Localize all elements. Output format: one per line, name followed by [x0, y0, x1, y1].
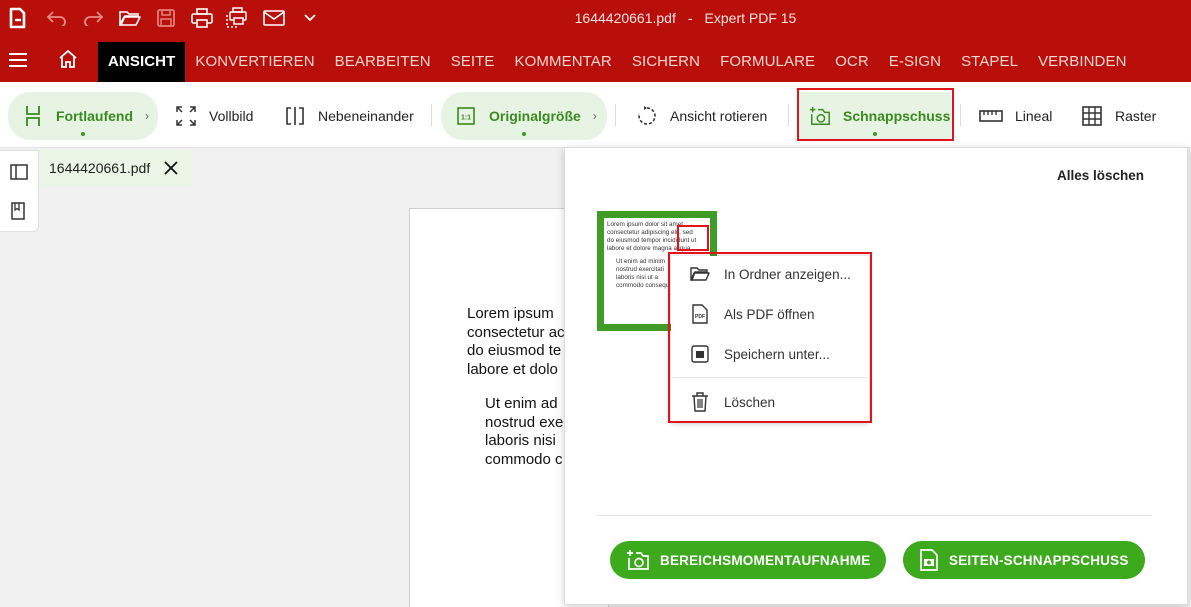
thumbnail-highlight-frame	[677, 225, 709, 251]
document-line: Lorem ipsum	[467, 305, 554, 322]
page-snapshot-button[interactable]: SEITEN-SCHNAPPSCHUSS	[903, 541, 1145, 579]
ribbon-separator	[431, 104, 432, 126]
tab-verbinden[interactable]: VERBINDEN	[1028, 42, 1136, 82]
area-snapshot-button[interactable]: BEREICHSMOMENTAUFNAHME	[610, 541, 887, 579]
tab-bearbeiten[interactable]: BEARBEITEN	[325, 42, 441, 82]
tab-stapel[interactable]: STAPEL	[951, 42, 1028, 82]
ribbon-separator	[788, 104, 789, 126]
title-bar: 1644420661.pdf - Expert PDF 15	[0, 0, 1191, 36]
fortlaufend-label: Fortlaufend	[56, 108, 133, 124]
document-line: labore et dolo	[467, 360, 558, 378]
window-filename: 1644420661.pdf	[574, 10, 676, 26]
window-app-name: Expert PDF 15	[704, 10, 797, 26]
thumbnail-line: commodo consequ	[616, 282, 670, 289]
close-tab-icon[interactable]	[164, 161, 178, 175]
originalgroesse-active-dot	[522, 132, 526, 136]
document-line: do eiusmod te	[467, 342, 562, 359]
menu-bar: ANSICHT KONVERTIEREN BEARBEITEN SEITE KO…	[0, 36, 1191, 82]
ribbon-separator	[960, 104, 961, 126]
tab-e-sign[interactable]: E-SIGN	[879, 42, 951, 82]
vollbild-button[interactable]: Vollbild	[175, 92, 253, 140]
raster-button[interactable]: Raster	[1081, 92, 1156, 140]
snapshot-panel: Alles löschen Lorem ipsum dolor sit amet…	[564, 147, 1188, 605]
originalgroesse-label: Originalgröße	[489, 108, 581, 124]
document-paragraph-1: Lorem ipsum consectetur ac do eiusmod te…	[467, 305, 565, 379]
continuous-scroll-icon	[22, 105, 44, 127]
hamburger-menu-icon[interactable]	[8, 52, 28, 68]
thumbnail-line: Ut enim ad minim	[616, 258, 665, 265]
clear-all-link[interactable]: Alles löschen	[1057, 168, 1144, 183]
tab-kommentar[interactable]: KOMMENTAR	[505, 42, 622, 82]
tab-konvertieren[interactable]: KONVERTIEREN	[185, 42, 324, 82]
side-by-side-icon	[284, 105, 306, 127]
document-line: laboris nisi	[485, 432, 556, 449]
tab-seite[interactable]: SEITE	[441, 42, 505, 82]
tab-formulare[interactable]: FORMULARE	[710, 42, 825, 82]
area-snapshot-icon	[626, 549, 650, 571]
ribbon-toolbar: Fortlaufend › Vollbild Nebeneinander 1:1…	[0, 82, 1191, 148]
window-title-separator: -	[687, 10, 693, 26]
svg-text:1:1: 1:1	[461, 115, 471, 122]
bookmark-icon[interactable]	[10, 202, 26, 220]
ruler-icon	[979, 105, 1003, 127]
nebeneinander-button[interactable]: Nebeneinander	[284, 92, 414, 140]
tab-sichern[interactable]: SICHERN	[622, 42, 710, 82]
document-line: commodo c	[485, 450, 563, 468]
fortlaufend-chevron-icon[interactable]: ›	[145, 109, 149, 123]
area-snapshot-label: BEREICHSMOMENTAUFNAHME	[660, 552, 871, 568]
grid-icon	[1081, 105, 1103, 127]
lineal-label: Lineal	[1015, 108, 1053, 124]
fortlaufend-button[interactable]: Fortlaufend ›	[8, 92, 158, 140]
document-tab[interactable]: 1644420661.pdf	[40, 150, 192, 186]
document-line: Ut enim ad	[485, 395, 558, 412]
schnappschuss-highlight-frame	[797, 88, 954, 141]
home-icon[interactable]	[58, 50, 78, 68]
tab-ansicht[interactable]: ANSICHT	[98, 42, 186, 82]
document-paragraph-2: Ut enim ad nostrud exe laboris nisi comm…	[485, 395, 563, 469]
left-side-panel	[0, 150, 39, 232]
nebeneinander-label: Nebeneinander	[318, 108, 414, 124]
thumbnail-line: nostrud exercitati	[616, 266, 664, 273]
document-tab-label: 1644420661.pdf	[49, 160, 151, 176]
menu-tabs: ANSICHT KONVERTIEREN BEARBEITEN SEITE KO…	[98, 42, 1137, 82]
actual-size-icon: 1:1	[455, 105, 477, 127]
vollbild-label: Vollbild	[209, 108, 254, 124]
page-snapshot-label: SEITEN-SCHNAPPSCHUSS	[949, 552, 1129, 568]
context-menu-highlight-frame	[668, 252, 872, 423]
window-title: 1644420661.pdf - Expert PDF 15	[0, 10, 1191, 26]
lineal-button[interactable]: Lineal	[979, 92, 1052, 140]
ansicht-rotieren-button[interactable]: Ansicht rotieren	[636, 92, 767, 140]
thumbnail-paragraph-2: Ut enim ad minim nostrud exercitati labo…	[616, 258, 669, 290]
tab-ocr[interactable]: OCR	[825, 42, 879, 82]
fortlaufend-active-dot	[81, 132, 85, 136]
sidebar-toggle-icon[interactable]	[10, 164, 28, 180]
fullscreen-icon	[175, 105, 197, 127]
ribbon-separator	[615, 104, 616, 126]
originalgroesse-button[interactable]: 1:1 Originalgröße ›	[441, 92, 607, 140]
rotate-view-icon	[636, 105, 658, 127]
raster-label: Raster	[1115, 108, 1157, 124]
thumbnail-line: laboris nisi ut a	[616, 274, 658, 281]
document-line: consectetur ac	[467, 323, 565, 341]
page-snapshot-icon	[919, 549, 939, 571]
originalgroesse-chevron-icon[interactable]: ›	[593, 109, 597, 123]
panel-divider	[597, 515, 1152, 516]
ansicht-rotieren-label: Ansicht rotieren	[670, 108, 768, 124]
document-line: nostrud exe	[485, 413, 564, 431]
